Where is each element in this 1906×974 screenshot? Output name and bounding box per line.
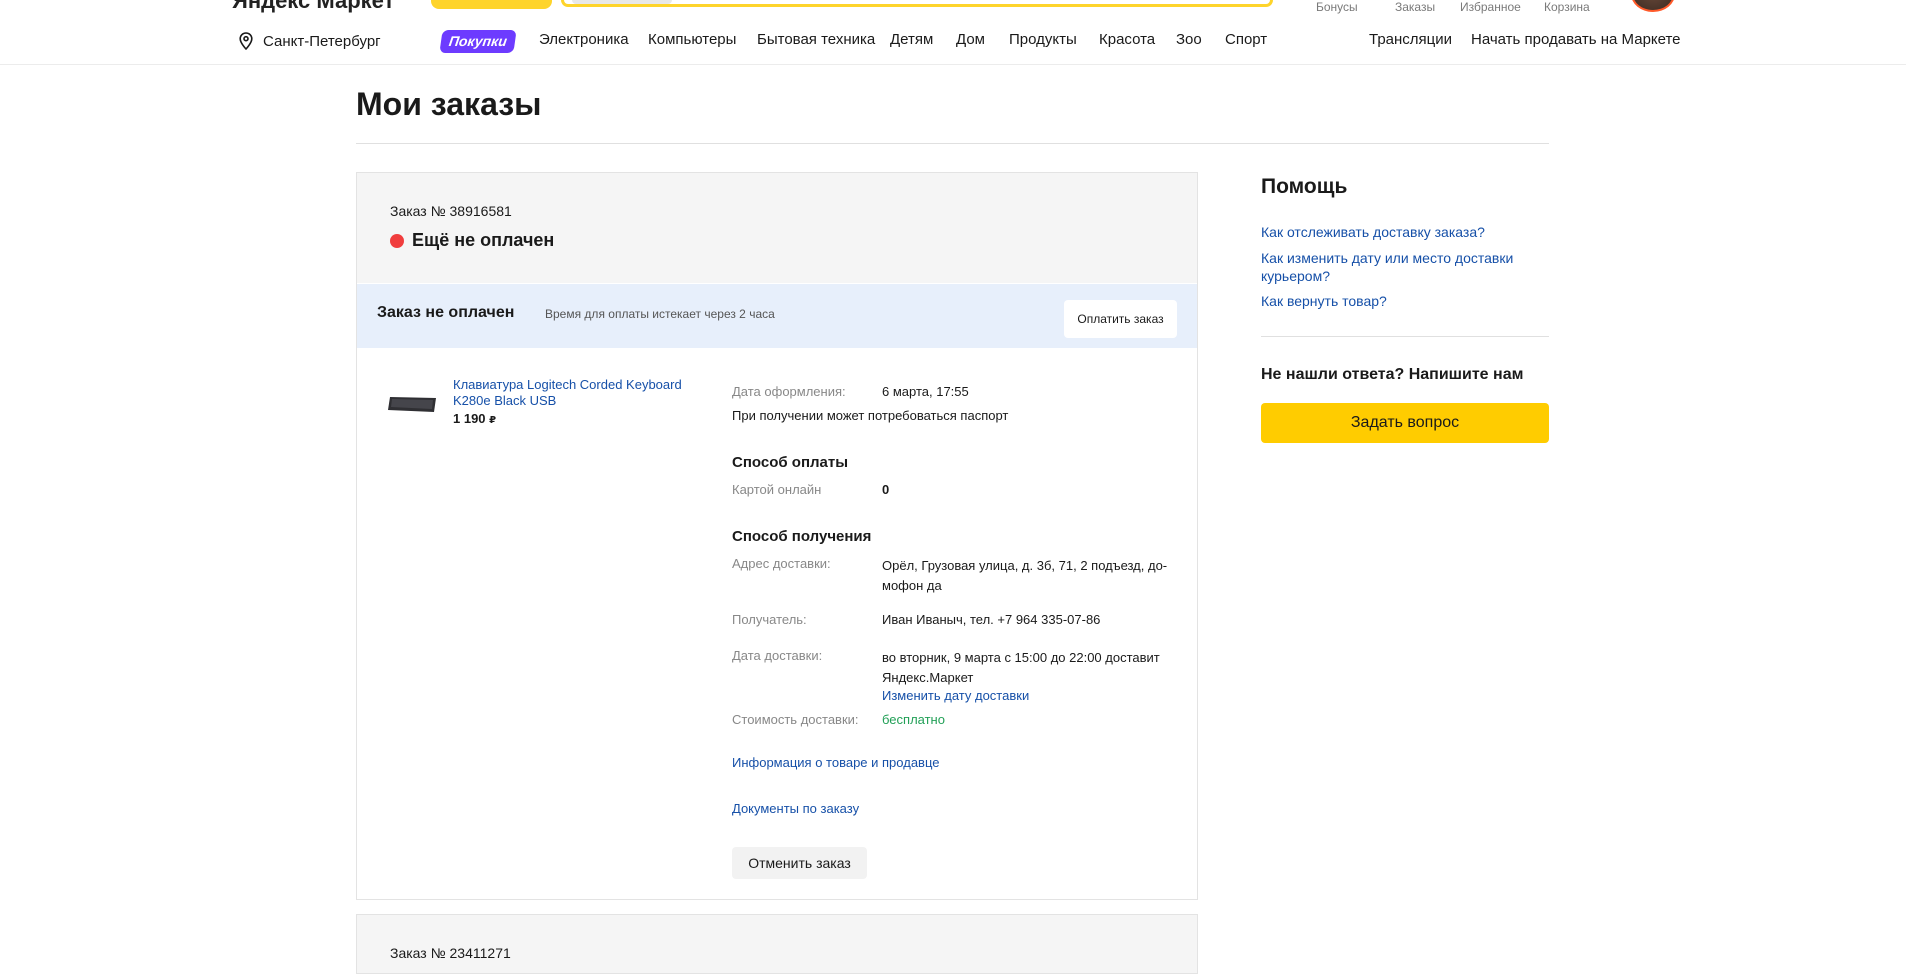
help-divider bbox=[1261, 336, 1549, 337]
next-order-number[interactable]: Заказ № 23411271 bbox=[390, 945, 511, 961]
order-card: Заказ № 38916581 Ещё не оплачен Заказ не… bbox=[356, 172, 1198, 900]
status-dot-icon bbox=[390, 234, 404, 248]
recipient-label: Получатель: bbox=[732, 612, 807, 627]
address-label: Адрес доставки: bbox=[732, 556, 831, 571]
bonuses-link[interactable]: Бонусы bbox=[1316, 0, 1358, 14]
nav-zoo[interactable]: Зоо bbox=[1176, 31, 1202, 48]
payment-method-label: Картой онлайн bbox=[732, 482, 822, 497]
region-label: Санкт-Петербург bbox=[263, 32, 381, 50]
delivery-date-value: во вторник, 9 марта с 15:00 до 22:00 дос… bbox=[882, 650, 1160, 685]
pay-order-button[interactable]: Оплатить заказ bbox=[1064, 300, 1177, 338]
ask-question-button[interactable]: Задать вопрос bbox=[1261, 403, 1549, 443]
payment-section-title: Способ оплаты bbox=[732, 454, 849, 471]
order-number[interactable]: Заказ № 38916581 bbox=[390, 203, 512, 219]
location-pin-icon bbox=[239, 32, 253, 50]
orders-link[interactable]: Заказы bbox=[1395, 0, 1435, 14]
help-title: Помощь bbox=[1261, 175, 1348, 198]
nav-computers[interactable]: Компьютеры bbox=[648, 31, 736, 48]
avatar[interactable] bbox=[1631, 0, 1675, 12]
promo-badge[interactable]: Покупки bbox=[439, 30, 517, 53]
delivery-date-label: Дата доставки: bbox=[732, 648, 823, 663]
delivery-section-title: Способ получения bbox=[732, 528, 872, 545]
nav-beauty[interactable]: Красота bbox=[1099, 31, 1155, 48]
title-divider bbox=[356, 143, 1549, 144]
unpaid-note: Время для оплаты истекает через 2 часа bbox=[545, 307, 775, 321]
help-link-change-date[interactable]: Как изменить дату или место доставки кур… bbox=[1261, 249, 1541, 285]
currency-symbol: ₽ bbox=[489, 415, 497, 426]
unpaid-title: Заказ не оплачен bbox=[377, 304, 515, 321]
search-chip bbox=[572, 0, 672, 4]
order-date-label: Дата оформления: bbox=[732, 384, 846, 399]
payment-value: 0 bbox=[882, 482, 890, 497]
nav-home[interactable]: Дом bbox=[956, 31, 985, 48]
next-order-card: Заказ № 23411271 bbox=[356, 914, 1198, 974]
header: Яндекс Маркет Бонусы Заказы Избранное Ко… bbox=[0, 0, 1906, 65]
favorites-link[interactable]: Избранное bbox=[1460, 0, 1521, 14]
nav-sport[interactable]: Спорт bbox=[1225, 31, 1267, 48]
order-documents-link[interactable]: Документы по заказу bbox=[732, 801, 859, 816]
delivery-cost-value: бесплатно bbox=[882, 712, 945, 727]
nav-appliances[interactable]: Бытовая техника bbox=[757, 31, 875, 48]
help-link-tracking[interactable]: Как отслеживать доставку заказа? bbox=[1261, 223, 1541, 241]
nav-electronics[interactable]: Электроника bbox=[539, 31, 629, 48]
product-name-link[interactable]: Клавиатура Logitech Corded Keyboard K280… bbox=[453, 377, 693, 409]
order-header: Заказ № 38916581 Ещё не оплачен bbox=[357, 173, 1197, 283]
order-status: Ещё не оплачен bbox=[412, 230, 555, 250]
change-delivery-date-link[interactable]: Изменить дату доставки bbox=[882, 688, 1029, 703]
page-title: Мои заказы bbox=[356, 86, 542, 122]
catalog-button[interactable] bbox=[431, 0, 552, 9]
cart-link[interactable]: Корзина bbox=[1544, 0, 1590, 14]
product-price-value: 1 190 bbox=[453, 411, 486, 426]
recipient-value: Иван Иваныч, тел. +7 964 335-07-86 bbox=[882, 612, 1101, 627]
address-value: Орёл, Грузовая улица, д. 3б, 71, 2 подъе… bbox=[882, 558, 1168, 593]
nav-groceries[interactable]: Продукты bbox=[1009, 31, 1077, 48]
order-date-value: 6 марта, 17:55 bbox=[882, 384, 969, 399]
logo[interactable]: Яндекс Маркет bbox=[232, 0, 394, 14]
keyboard-product-image[interactable] bbox=[387, 395, 437, 413]
passport-note: При получении может потребоваться паспор… bbox=[732, 408, 1009, 423]
nav-broadcasts[interactable]: Трансляции bbox=[1369, 31, 1452, 48]
cancel-order-button[interactable]: Отменить заказ bbox=[732, 847, 867, 879]
region-selector[interactable]: Санкт-Петербург bbox=[239, 32, 381, 50]
nav-start-selling[interactable]: Начать продавать на Маркете bbox=[1471, 31, 1681, 48]
seller-info-link[interactable]: Информация о товаре и продавце bbox=[732, 755, 940, 770]
product-price: 1 190 ₽ bbox=[453, 411, 496, 426]
help-contact-title: Не нашли ответа? Напишите нам bbox=[1261, 366, 1524, 383]
help-link-return[interactable]: Как вернуть товар? bbox=[1261, 292, 1541, 310]
nav-kids[interactable]: Детям bbox=[890, 31, 933, 48]
delivery-cost-label: Стоимость доставки: bbox=[732, 712, 859, 727]
